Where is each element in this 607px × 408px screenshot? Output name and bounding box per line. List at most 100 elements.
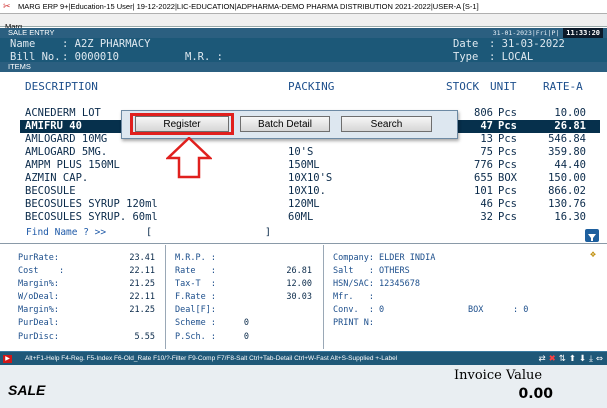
register-highlight-outline bbox=[130, 113, 234, 135]
company-line: Company: ELDER INDIA bbox=[333, 253, 436, 263]
row-rate: 130.76 bbox=[548, 198, 586, 210]
col-packing: PACKING bbox=[288, 80, 335, 93]
invoice-footer: SALE Invoice Value 0.00 bbox=[0, 365, 607, 408]
invoice-value: 0.00 bbox=[518, 386, 553, 402]
expand-icon[interactable]: ⇔ bbox=[596, 353, 603, 365]
type-field[interactable]: : LOCAL bbox=[489, 51, 533, 62]
date-label: Date bbox=[453, 38, 479, 50]
items-header: ITEMS bbox=[0, 62, 607, 72]
detail-value: 0 bbox=[243, 332, 249, 342]
status-area: 31-01-2023|Fri|P| 11:33:20 bbox=[493, 28, 603, 38]
row-description: AMLOGARD 5MG. bbox=[25, 146, 108, 158]
row-stock: 47 bbox=[480, 120, 493, 132]
row-unit: Pcs bbox=[498, 159, 517, 171]
download-icon[interactable]: ⤓ bbox=[589, 353, 593, 365]
row-unit: Pcs bbox=[498, 133, 517, 145]
row-packing: 10X10. bbox=[288, 185, 326, 197]
filter-button[interactable] bbox=[585, 229, 599, 242]
shuffle-icon[interactable]: ⇄ bbox=[538, 353, 545, 365]
item-details-panel: PurRate: 23.41 Cost : 22.11 Margin%: 21.… bbox=[0, 245, 607, 349]
down-icon[interactable]: ⬇ bbox=[579, 353, 586, 365]
detail-value: 30.03 bbox=[286, 292, 312, 302]
gold-coin-icon[interactable]: ❖ bbox=[590, 249, 596, 260]
detail-label: Margin%: bbox=[18, 305, 59, 315]
row-description: BECOSULES SYRUP 120ml bbox=[25, 198, 158, 210]
up-icon[interactable]: ⬆ bbox=[569, 353, 576, 365]
detail-value: 21.25 bbox=[129, 279, 155, 289]
batch-detail-button[interactable]: Batch Detail bbox=[240, 116, 330, 132]
title-bar: ✂ MARG ERP 9+|Education-15 User| 19-12-2… bbox=[0, 0, 607, 14]
marg-logo-icon: ✂ bbox=[3, 1, 11, 12]
detail-value: 5.55 bbox=[134, 332, 155, 342]
row-unit: BOX bbox=[498, 172, 517, 184]
detail-label: Scheme : bbox=[175, 318, 216, 328]
row-description: AMIFRU 40 bbox=[25, 120, 82, 132]
table-row[interactable]: BECOSULE 10X10. 101 Pcs 866.02 bbox=[20, 185, 600, 198]
details-rate-column: M.R.P. : Rate : 26.81 Tax-T : 12.00 F.Ra… bbox=[167, 245, 324, 349]
row-description: ACNEDERM LOT bbox=[25, 107, 101, 119]
row-unit: Pcs bbox=[498, 185, 517, 197]
detail-label: Cost : bbox=[18, 266, 65, 276]
mr-field[interactable]: M.R. : bbox=[185, 51, 223, 62]
find-input-left-bracket[interactable]: [ bbox=[146, 227, 152, 238]
table-row[interactable]: AZMIN CAP. 10X10'S 655 BOX 150.00 bbox=[20, 172, 600, 185]
row-stock: 655 bbox=[474, 172, 493, 184]
items-list: DESCRIPTION PACKING STOCK UNIT RATE-A AC… bbox=[0, 72, 607, 244]
detail-value: 21.25 bbox=[129, 305, 155, 315]
party-name-field[interactable]: : A2Z PHARMACY bbox=[62, 38, 151, 50]
red-up-arrow-icon bbox=[166, 137, 212, 179]
sale-entry-form: Name : A2Z PHARMACY Bill No. : 0000010 M… bbox=[0, 38, 607, 62]
row-unit: Pcs bbox=[498, 120, 517, 132]
bill-number-field[interactable]: : 0000010 bbox=[62, 51, 119, 62]
find-input-right-bracket: ] bbox=[265, 227, 272, 238]
row-description: AZMIN CAP. bbox=[25, 172, 89, 184]
row-rate: 866.02 bbox=[548, 185, 586, 197]
detail-label: W/oDeal: bbox=[18, 292, 59, 302]
table-row[interactable]: BECOSULES SYRUP. 60ml 60ML 32 Pcs 16.30 bbox=[20, 211, 600, 224]
col-unit: UNIT bbox=[490, 80, 517, 93]
row-description: BECOSULES SYRUP. 60ml bbox=[25, 211, 158, 223]
shortcut-keys-text: Alt+F1-Help F4-Reg. F5-Index F6-Old_Rate… bbox=[25, 355, 398, 362]
sale-entry-title: SALE ENTRY bbox=[8, 28, 55, 37]
row-description: AMLOGARD 10MG bbox=[25, 133, 108, 145]
details-product-column: Company: ELDER INDIA Salt : OTHERS HSN/S… bbox=[325, 245, 607, 349]
row-rate: 359.80 bbox=[548, 146, 586, 158]
box-value: : 0 bbox=[513, 305, 529, 315]
date-field[interactable]: : 31-03-2022 bbox=[489, 38, 565, 50]
detail-value: 22.11 bbox=[129, 266, 155, 276]
menu-bar: Marg bbox=[0, 14, 607, 31]
table-row[interactable]: AMPM PLUS 150ML 150ML 776 Pcs 44.40 bbox=[20, 159, 600, 172]
status-date: 31-01-2023|Fri|P| bbox=[492, 29, 560, 37]
play-icon[interactable]: ▶ bbox=[3, 355, 12, 363]
salt-line: Salt : OTHERS bbox=[333, 266, 410, 276]
row-description: AMPM PLUS 150ML bbox=[25, 159, 120, 171]
box-label: BOX bbox=[468, 305, 484, 315]
table-row[interactable]: BECOSULES SYRUP 120ml 120ML 46 Pcs 130.7… bbox=[20, 198, 600, 211]
detail-value: 12.00 bbox=[286, 279, 312, 289]
detail-value: 22.11 bbox=[129, 292, 155, 302]
find-name-label: Find Name ? >> bbox=[26, 227, 107, 238]
table-row[interactable]: AMLOGARD 5MG. 10'S 75 Pcs 359.80 bbox=[20, 146, 600, 159]
detail-label: M.R.P. : bbox=[175, 253, 216, 263]
toolbar-icons: ⇄ ✖ ⇅ ⬆ ⬇ ⤓ ⇔ bbox=[538, 353, 603, 365]
search-button[interactable]: Search bbox=[341, 116, 432, 132]
col-stock: STOCK bbox=[446, 80, 480, 93]
row-unit: Pcs bbox=[498, 211, 517, 223]
row-stock: 75 bbox=[480, 146, 493, 158]
row-rate: 150.00 bbox=[548, 172, 586, 184]
name-label: Name bbox=[10, 38, 36, 50]
shortcut-bar: ▶ Alt+F1-Help F4-Reg. F5-Index F6-Old_Ra… bbox=[0, 351, 607, 365]
tools-icon[interactable]: ✖ bbox=[549, 353, 556, 365]
row-unit: Pcs bbox=[498, 198, 517, 210]
detail-label: Deal[F]: bbox=[175, 305, 216, 315]
detail-label: PurRate: bbox=[18, 253, 59, 263]
detail-label: F.Rate : bbox=[175, 292, 216, 302]
col-description: DESCRIPTION bbox=[25, 80, 98, 93]
sort-icon[interactable]: ⇅ bbox=[559, 353, 566, 365]
filter-funnel-icon bbox=[588, 234, 596, 241]
row-stock: 776 bbox=[474, 159, 493, 171]
hsn-line: HSN/SAC: 12345678 bbox=[333, 279, 420, 289]
detail-value: 0 bbox=[243, 318, 249, 328]
print-name-line: PRINT N: bbox=[333, 318, 374, 328]
row-unit: Pcs bbox=[498, 146, 517, 158]
